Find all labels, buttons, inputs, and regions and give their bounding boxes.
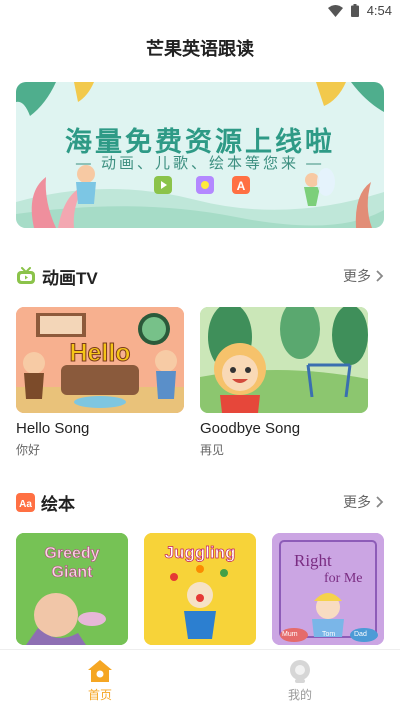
bottom-tab-bar: 首页 我的 — [0, 649, 400, 710]
video-subtitle-0: 你好 — [16, 443, 41, 457]
status-time: 4:54 — [366, 3, 392, 18]
book-cover-greedy-giant[interactable]: Greedy Giant — [16, 533, 128, 645]
video-subtitle-1: 再见 — [200, 443, 225, 457]
section-title-books: 绘本 — [41, 494, 75, 514]
promo-banner[interactable]: A 海量免费资源上线啦 — 动画、儿歌、绘本等您来 — — [16, 82, 384, 228]
video-card-hello-song[interactable]: Hello — [16, 307, 184, 413]
tab-mine[interactable]: 我的 — [200, 650, 400, 710]
book-title-for-me: for Me — [324, 571, 363, 586]
book-caption-mum: Mum — [282, 631, 298, 638]
chevron-right-icon — [376, 270, 384, 282]
more-label: 更多 — [343, 494, 371, 510]
hello-thumb-text: Hello — [69, 339, 131, 368]
video-card-goodbye-song[interactable] — [200, 307, 368, 413]
status-icons: 4:54 — [327, 3, 392, 18]
more-label: 更多 — [343, 268, 371, 284]
goodbye-song-thumbnail — [200, 307, 368, 413]
more-animation-link[interactable]: 更多 — [343, 266, 384, 286]
profile-icon — [290, 659, 310, 683]
book-title-line2: Giant — [51, 564, 93, 582]
section-header-animation: 动画TV 更多 — [16, 264, 384, 288]
right-for-me-illustration — [272, 533, 384, 645]
tab-home[interactable]: 首页 — [0, 650, 200, 710]
section-header-books: Aa 绘本 更多 — [16, 490, 384, 514]
chevron-right-icon — [376, 496, 384, 508]
status-bar: 4:54 — [0, 0, 400, 24]
book-title-juggling: Juggling — [164, 543, 236, 563]
home-icon — [88, 659, 112, 682]
book-title-right: Right — [294, 551, 332, 570]
picture-book-icon: Aa — [16, 492, 35, 512]
battery-icon — [350, 4, 359, 17]
book-title-line1: Greedy — [44, 545, 100, 563]
app-header: 芒果英语跟读 — [0, 24, 400, 72]
page-title: 芒果英语跟读 — [146, 39, 254, 59]
tab-mine-label: 我的 — [287, 687, 312, 702]
svg-text:Aa: Aa — [19, 499, 32, 510]
wifi-icon — [327, 4, 343, 17]
svg-text:A: A — [237, 179, 246, 193]
tab-home-label: 首页 — [87, 687, 112, 702]
book-cover-juggling[interactable]: Juggling — [144, 533, 256, 645]
book-caption-dad: Dad — [354, 631, 367, 638]
more-books-link[interactable]: 更多 — [343, 492, 384, 512]
tv-icon — [17, 267, 35, 284]
section-title-animation: 动画TV — [42, 268, 98, 288]
banner-subline: — 动画、儿歌、绘本等您来 — — [75, 155, 325, 172]
book-caption-tom: Tom — [322, 631, 336, 638]
book-cover-right-for-me[interactable]: Right for Me Mum Tom Dad — [272, 533, 384, 645]
video-title-1[interactable]: Goodbye Song — [200, 420, 300, 437]
video-title-0[interactable]: Hello Song — [16, 420, 89, 437]
